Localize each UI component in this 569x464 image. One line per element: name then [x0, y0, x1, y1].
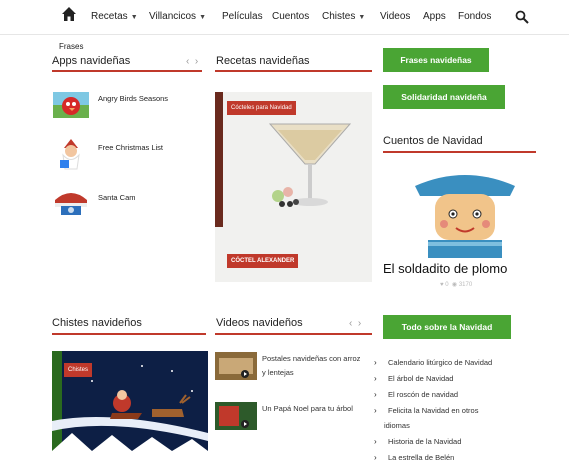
joke-tag[interactable]: Chistes — [64, 363, 93, 377]
section-title-stories: Cuentos de Navidad — [383, 135, 483, 147]
section-divider — [383, 151, 536, 153]
santa-cam-icon[interactable] — [53, 190, 89, 216]
chevron-down-icon: ▼ — [358, 14, 366, 21]
video-thumbnail[interactable] — [215, 352, 257, 380]
nav-item-villancicos[interactable]: Villancicos ▼ — [149, 11, 206, 22]
section-title-jokes: Chistes navideños — [52, 317, 142, 329]
link-item[interactable]: › El árbol de Navidad — [374, 374, 453, 383]
section-divider — [52, 70, 202, 72]
story-views: 3170 — [458, 282, 473, 288]
chevron-down-icon: ▼ — [130, 14, 138, 21]
frases-navidenas-button[interactable]: Frases navideñas — [383, 48, 489, 72]
carousel-arrows[interactable]: ‹ › — [186, 56, 198, 67]
chevron-right-icon: › — [374, 374, 377, 383]
search-icon[interactable] — [515, 10, 529, 24]
story-meta: ♥ 0 ◉ 3170 — [440, 281, 472, 288]
recipe-caption[interactable]: CÓCTEL ALEXANDER — [227, 254, 299, 268]
video-title[interactable]: Postales navideñas con arroz — [262, 354, 360, 363]
app-label[interactable]: Angry Birds Seasons — [98, 94, 168, 103]
nav-item-recetas[interactable]: Recetas ▼ — [91, 11, 138, 22]
link-item[interactable]: › Felicita la Navidad en otros — [374, 406, 478, 415]
carousel-arrows[interactable]: ‹ › — [349, 318, 361, 329]
recipe-card[interactable]: Cócteles para Navidad CÓCTEL ALEXANDER — [215, 92, 372, 282]
recipe-image-edge — [215, 92, 223, 227]
link-item[interactable]: › La estrella de Belén — [374, 453, 454, 462]
link-item-continued[interactable]: idiomas — [384, 421, 410, 430]
chevron-down-icon: ▼ — [199, 14, 206, 21]
category-tag[interactable]: Cócteles para Navidad — [227, 101, 296, 115]
link-item[interactable]: › Calendario litúrgico de Navidad — [374, 358, 492, 367]
story-title[interactable]: El soldadito de plomo — [383, 261, 507, 276]
section-title-apps: Apps navideñas — [52, 55, 131, 67]
cocktail-glass-image — [268, 123, 352, 207]
angry-birds-icon[interactable] — [53, 92, 89, 118]
section-divider — [215, 70, 372, 72]
todo-sobre-navidad-button[interactable]: Todo sobre la Navidad — [383, 315, 511, 339]
top-navigation: Recetas ▼ Villancicos ▼ Películas Cuentos … — [0, 0, 569, 35]
section-title-videos: Videos navideños — [216, 317, 303, 329]
section-title-recipes: Recetas navideñas — [216, 55, 310, 67]
link-item[interactable]: › El roscón de navidad — [374, 390, 458, 399]
video-title-continued[interactable]: y lentejas — [262, 368, 294, 377]
chevron-right-icon: › — [374, 453, 377, 462]
nav-item-fondos[interactable]: Fondos — [458, 11, 491, 22]
video-title[interactable]: Un Papá Noel para tu árbol — [262, 404, 353, 413]
chevron-right-icon: › — [374, 437, 377, 446]
heart-icon: ♥ — [440, 282, 444, 288]
app-label[interactable]: Santa Cam — [98, 193, 136, 202]
tin-soldier-image[interactable] — [410, 168, 520, 258]
nav-item-cuentos[interactable]: Cuentos — [272, 11, 309, 22]
solidaridad-navidena-button[interactable]: Solidaridad navideña — [383, 85, 505, 109]
section-divider — [52, 333, 206, 335]
nav-item-apps[interactable]: Apps — [423, 11, 446, 22]
nav-item-peliculas[interactable]: Películas — [222, 11, 263, 22]
chevron-right-icon: › — [374, 358, 377, 367]
nav-item-videos[interactable]: Videos — [380, 11, 410, 22]
chevron-right-icon: › — [374, 390, 377, 399]
nav-item-frases[interactable]: Frases — [59, 42, 83, 51]
section-divider — [215, 333, 372, 335]
santa-list-icon[interactable] — [56, 138, 86, 170]
home-icon[interactable] — [61, 6, 77, 22]
joke-card[interactable]: Chistes — [52, 351, 208, 464]
link-item[interactable]: › Historia de la Navidad — [374, 437, 461, 446]
chevron-right-icon: › — [374, 406, 377, 415]
eye-icon: ◉ — [451, 282, 458, 288]
story-likes: 0 — [445, 282, 449, 288]
nav-item-chistes[interactable]: Chistes ▼ — [322, 11, 365, 22]
app-label[interactable]: Free Christmas List — [98, 143, 163, 152]
video-thumbnail[interactable] — [215, 402, 257, 430]
